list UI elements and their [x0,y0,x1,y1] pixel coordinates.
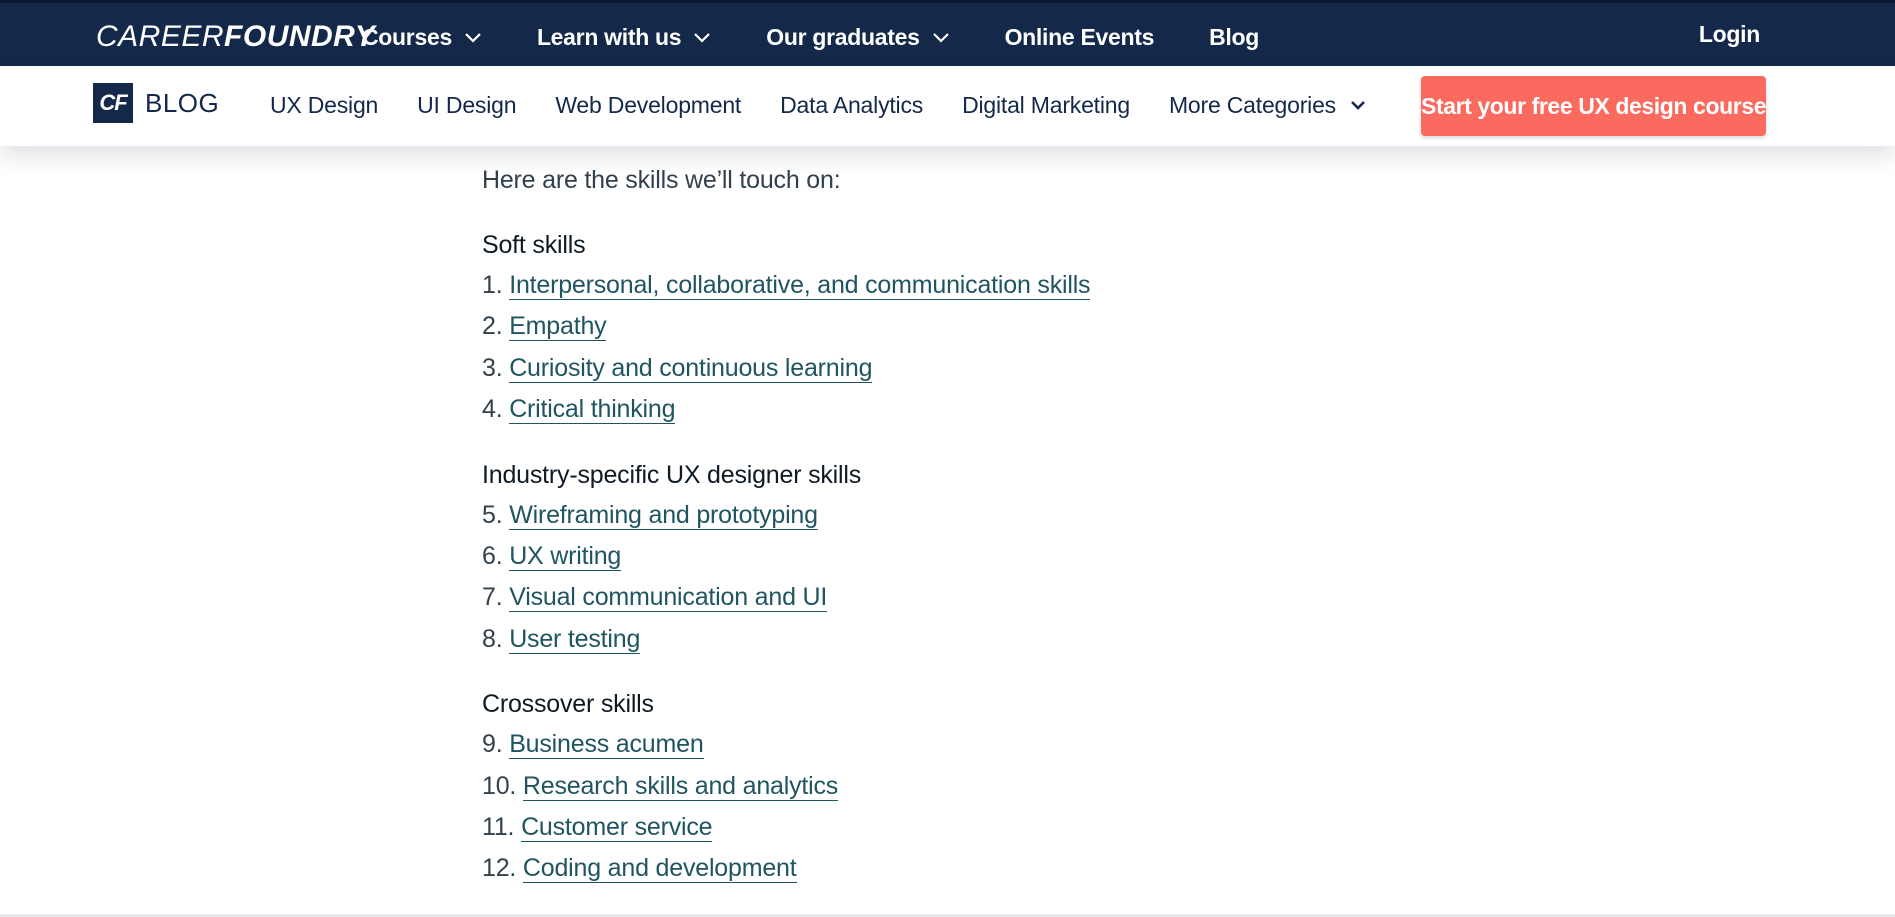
list-item: 11. Customer service [482,807,1382,848]
category-web-development[interactable]: Web Development [555,92,741,119]
section-title: Soft skills [482,231,586,259]
item-number: 4. [482,395,503,424]
article-body: Here are the skills we’ll touch on: Soft… [482,160,1382,890]
skill-link[interactable]: Business acumen [509,730,704,760]
category-digital-marketing[interactable]: Digital Marketing [962,92,1130,119]
item-number: 11. [482,813,515,842]
logo-text-career: CAREER [96,20,225,53]
skill-link[interactable]: Interpersonal, collaborative, and commun… [509,271,1091,300]
item-number: 9. [482,730,503,759]
list-item: 10. Research skills and analytics [482,766,1382,807]
item-number: 8. [482,624,503,653]
list-item: 2. Empathy [482,306,1382,347]
nav-online-events-label: Online Events [1004,23,1155,50]
section-title: Crossover skills [482,690,654,719]
item-number: 10. [482,771,517,800]
skill-link[interactable]: Empathy [509,312,607,342]
list-item: 7. Visual communication and UI [482,577,1382,618]
main-nav: Courses Learn with us Our graduates Onli… [362,21,1314,53]
section-title: Industry-specific UX designer skills [482,460,862,489]
section-industry-skills: Industry-specific UX designer skills 5. … [482,455,1382,661]
skill-link[interactable]: Customer service [521,813,713,843]
nav-our-graduates[interactable]: Our graduates [766,24,949,51]
skill-link[interactable]: Visual communication and UI [509,583,827,613]
category-ui-design[interactable]: UI Design [417,92,516,119]
nav-courses[interactable]: Courses [362,24,482,51]
item-number: 7. [482,583,503,612]
nav-learn-with-us-label: Learn with us [536,23,682,50]
cf-logo-badge[interactable]: CF [93,83,133,123]
blog-category-bar: CF BLOG UX Design UI Design Web Developm… [0,66,1895,146]
list-item: 12. Coding and development [482,848,1382,889]
chevron-down-icon [932,33,949,43]
item-number: 1. [482,271,503,299]
skill-link[interactable]: Wireframing and prototyping [509,500,818,530]
more-categories-dropdown[interactable]: More Categories [1169,92,1366,119]
blog-label[interactable]: BLOG [145,88,219,119]
skill-link[interactable]: User testing [509,624,640,654]
item-number: 5. [482,500,503,529]
category-ux-design[interactable]: UX Design [270,92,378,119]
chevron-down-icon [465,33,481,43]
list-item: 9. Business acumen [482,724,1382,765]
item-number: 2. [482,312,503,341]
list-item: 3. Curiosity and continuous learning [482,348,1382,389]
category-nav: UX Design UI Design Web Development Data… [270,90,1405,120]
item-number: 12. [482,854,517,883]
careerfoundry-logo[interactable]: CAREERFOUNDRY [96,19,375,55]
skill-link[interactable]: Curiosity and continuous learning [509,353,872,383]
nav-online-events[interactable]: Online Events [1004,23,1155,51]
skill-link[interactable]: Critical thinking [509,395,676,425]
skill-link[interactable]: Research skills and analytics [522,771,838,801]
list-item: 6. UX writing [482,536,1382,577]
nav-blog[interactable]: Blog [1209,24,1259,51]
nav-learn-with-us[interactable]: Learn with us [537,24,711,51]
nav-blog-label: Blog [1209,23,1259,50]
list-item: 5. Wireframing and prototyping [482,495,1382,536]
section-crossover-skills: Crossover skills 9. Business acumen 10. … [482,684,1382,890]
nav-courses-label: Courses [362,23,452,50]
top-navigation-bar: CAREERFOUNDRY Courses Learn with us Our … [0,0,1895,66]
start-free-course-button[interactable]: Start your free UX design course [1421,76,1766,136]
list-item: 8. User testing [482,619,1382,660]
chevron-down-icon [1351,100,1365,110]
list-item: 1. Interpersonal, collaborative, and com… [482,265,1382,306]
item-number: 3. [482,353,503,382]
list-item: 4. Critical thinking [482,389,1382,430]
item-number: 6. [482,542,503,571]
skill-link[interactable]: Coding and development [522,854,797,884]
section-soft-skills: Soft skills 1. Interpersonal, collaborat… [482,225,1382,431]
more-categories-label: More Categories [1168,91,1336,118]
nav-our-graduates-label: Our graduates [766,23,920,50]
skills-intro-text: Here are the skills we’ll touch on: [482,166,841,194]
skill-link[interactable]: UX writing [509,542,621,572]
category-data-analytics[interactable]: Data Analytics [780,92,923,119]
login-link[interactable]: Login [1699,21,1760,48]
logo-text-foundry: FOUNDRY [224,20,376,53]
chevron-down-icon [694,33,711,43]
